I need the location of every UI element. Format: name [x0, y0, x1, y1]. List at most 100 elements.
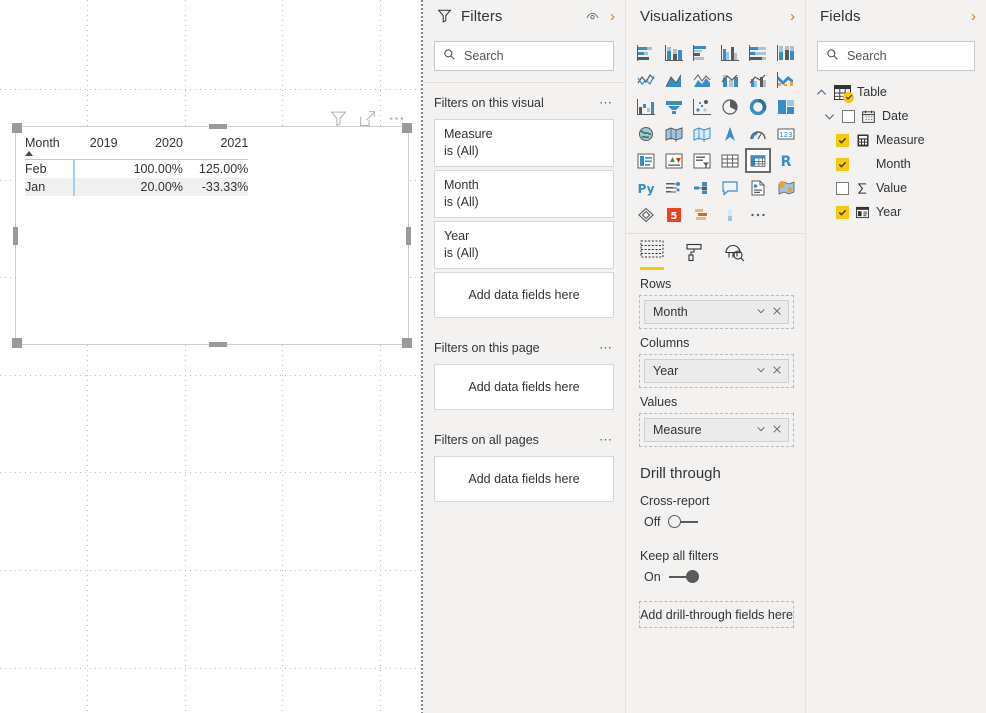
- fields-tree-node-year[interactable]: Year: [806, 200, 986, 224]
- fields-tree-node-date[interactable]: Date: [806, 104, 986, 128]
- fields-tree-node-measure[interactable]: Measure: [806, 128, 986, 152]
- format-tab-icon[interactable]: [684, 243, 704, 270]
- treemap-icon[interactable]: [773, 94, 799, 119]
- gantt-chart-icon[interactable]: [689, 202, 715, 227]
- shape-map-icon[interactable]: [689, 121, 715, 146]
- table-row[interactable]: Jan 20.00% -33.33%: [25, 178, 249, 196]
- resize-handle-bottom-right[interactable]: [402, 338, 412, 348]
- funnel-chart-icon[interactable]: [661, 94, 687, 119]
- qna-icon[interactable]: [717, 175, 743, 200]
- visualizations-tabs[interactable]: [626, 233, 805, 270]
- table-icon[interactable]: [717, 148, 743, 173]
- arcgis-maps-icon[interactable]: [773, 175, 799, 200]
- pie-chart-icon[interactable]: [717, 94, 743, 119]
- section-more-options-icon[interactable]: ⋯: [599, 340, 613, 356]
- scatter-chart-icon[interactable]: [689, 94, 715, 119]
- section-more-options-icon[interactable]: ⋯: [599, 95, 613, 111]
- table-row[interactable]: Feb 100.00% 125.00%: [25, 159, 248, 178]
- visual-header-toolbar[interactable]: [330, 110, 405, 127]
- html-viewer-icon[interactable]: 5: [661, 202, 687, 227]
- fields-tree-node-value[interactable]: Value: [806, 176, 986, 200]
- bullet-chart-icon[interactable]: [717, 202, 743, 227]
- filters-visual-dropzone[interactable]: Add data fields here: [434, 272, 614, 318]
- report-canvas[interactable]: Month 2019 2020 2021 Feb 100.00% 125.00%…: [0, 0, 423, 713]
- collapse-filters-chevron-icon[interactable]: ›: [610, 9, 615, 24]
- chevron-down-icon[interactable]: [756, 423, 766, 437]
- field-checkbox-measure[interactable]: [836, 133, 849, 147]
- slicer-icon[interactable]: [689, 148, 715, 173]
- filter-icon[interactable]: [330, 110, 347, 127]
- resize-handle-top-left[interactable]: [12, 123, 22, 133]
- chevron-down-icon[interactable]: [822, 111, 836, 122]
- filter-card-measure[interactable]: Measure is (All): [434, 119, 614, 167]
- remove-field-icon[interactable]: [772, 305, 782, 319]
- stacked-column-chart-icon[interactable]: [661, 40, 687, 65]
- paginated-report-icon[interactable]: [745, 175, 771, 200]
- remove-field-icon[interactable]: [772, 423, 782, 437]
- matrix-col-header-2021[interactable]: 2021: [198, 136, 249, 160]
- map-icon[interactable]: [633, 121, 659, 146]
- ribbon-chart-icon[interactable]: [773, 67, 799, 92]
- stacked-bar-chart-icon[interactable]: [633, 40, 659, 65]
- line-and-clustered-column-chart-icon[interactable]: [745, 67, 771, 92]
- keep-all-filters-toggle-row[interactable]: On: [626, 563, 805, 584]
- fields-tree-node-month[interactable]: Month: [806, 152, 986, 176]
- filled-map-icon[interactable]: [661, 121, 687, 146]
- resize-handle-right[interactable]: [406, 227, 411, 245]
- field-checkbox-date[interactable]: [842, 109, 855, 123]
- line-chart-icon[interactable]: [633, 67, 659, 92]
- visual-type-gallery[interactable]: 123 R Py 5: [626, 33, 805, 231]
- card-icon[interactable]: 123: [773, 121, 799, 146]
- key-influencers-icon[interactable]: [689, 175, 715, 200]
- cross-report-toggle[interactable]: [668, 515, 699, 529]
- keep-all-filters-toggle[interactable]: [668, 570, 699, 584]
- clustered-bar-chart-icon[interactable]: [689, 40, 715, 65]
- matrix-col-header-2020[interactable]: 2020: [133, 136, 183, 160]
- well-values[interactable]: Measure: [639, 413, 794, 447]
- field-checkbox-month[interactable]: [836, 157, 849, 171]
- matrix-icon[interactable]: [745, 148, 771, 173]
- chevron-down-icon[interactable]: [756, 305, 766, 319]
- donut-chart-icon[interactable]: [745, 94, 771, 119]
- filters-all-pages-dropzone[interactable]: Add data fields here: [434, 456, 614, 502]
- filters-search-input[interactable]: Search: [434, 41, 614, 71]
- analytics-tab-icon[interactable]: [724, 243, 745, 270]
- field-checkbox-value[interactable]: [836, 181, 849, 195]
- matrix-visual[interactable]: Month 2019 2020 2021 Feb 100.00% 125.00%…: [12, 123, 412, 348]
- field-chip-year[interactable]: Year: [644, 359, 789, 383]
- collapse-visualizations-chevron-icon[interactable]: ›: [790, 9, 795, 24]
- resize-handle-left[interactable]: [13, 227, 18, 245]
- well-columns[interactable]: Year: [639, 354, 794, 388]
- matrix-table[interactable]: Month 2019 2020 2021 Feb 100.00% 125.00%…: [25, 136, 249, 196]
- python-visual-icon[interactable]: Py: [633, 175, 659, 200]
- hide-filters-eye-icon[interactable]: [585, 9, 610, 24]
- 100-stacked-bar-chart-icon[interactable]: [745, 40, 771, 65]
- line-and-stacked-column-chart-icon[interactable]: [717, 67, 743, 92]
- field-chip-measure[interactable]: Measure: [644, 418, 789, 442]
- arcgis-map-icon[interactable]: [717, 121, 743, 146]
- filters-page-dropzone[interactable]: Add data fields here: [434, 364, 614, 410]
- matrix-row-header[interactable]: Month: [25, 136, 74, 160]
- collapse-fields-chevron-icon[interactable]: ›: [971, 9, 976, 24]
- decomposition-tree-icon[interactable]: [661, 175, 687, 200]
- chevron-up-icon[interactable]: [814, 87, 828, 98]
- focus-mode-icon[interactable]: [359, 110, 376, 127]
- gauge-icon[interactable]: [745, 121, 771, 146]
- power-apps-icon[interactable]: [633, 202, 659, 227]
- chevron-down-icon[interactable]: [756, 364, 766, 378]
- 100-stacked-column-chart-icon[interactable]: [773, 40, 799, 65]
- field-checkbox-year[interactable]: [836, 205, 849, 219]
- more-visuals-icon[interactable]: [745, 202, 771, 227]
- stacked-area-chart-icon[interactable]: [689, 67, 715, 92]
- well-rows[interactable]: Month: [639, 295, 794, 329]
- clustered-column-chart-icon[interactable]: [717, 40, 743, 65]
- resize-handle-top[interactable]: [209, 124, 227, 129]
- r-script-visual-icon[interactable]: R: [773, 148, 799, 173]
- resize-handle-bottom-left[interactable]: [12, 338, 22, 348]
- filter-card-month[interactable]: Month is (All): [434, 170, 614, 218]
- cross-report-toggle-row[interactable]: Off: [626, 508, 805, 529]
- kpi-icon[interactable]: [661, 148, 687, 173]
- remove-field-icon[interactable]: [772, 364, 782, 378]
- fields-tree[interactable]: Table Date Measure Month Value Year: [806, 71, 986, 224]
- area-chart-icon[interactable]: [661, 67, 687, 92]
